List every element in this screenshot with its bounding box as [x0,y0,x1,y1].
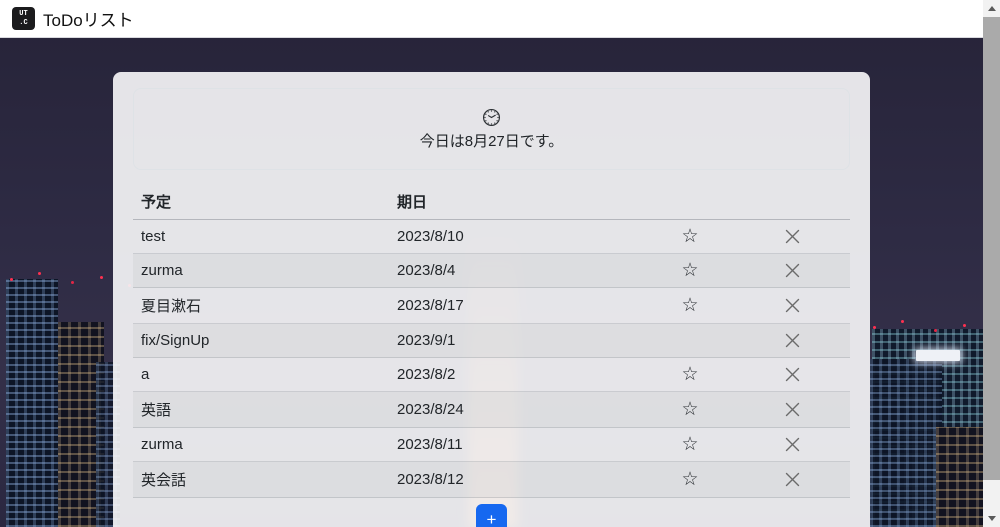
star-icon[interactable]: ☆ [681,227,698,246]
aviation-lights [10,278,13,281]
todo-card: 今日は8月27日です。 予定 期日 test2023/8/10☆zurma202… [113,72,870,527]
date-banner: 今日は8月27日です。 [133,88,850,170]
navbar: UT .C ToDoリスト [0,0,1000,38]
building [870,359,942,527]
delete-cell [735,358,850,391]
todo-table: 予定 期日 test2023/8/10☆zurma2023/8/4☆夏目漱石20… [133,184,850,527]
table-row: zurma2023/8/11 ☆ [133,428,850,462]
header-due: 期日 [389,184,645,219]
header-task: 予定 [133,184,389,219]
header-star-spacer [645,185,735,218]
task-title: fix/SignUp [133,324,389,357]
star-icon[interactable]: ☆ [681,296,698,315]
clock-icon [482,108,501,127]
star-icon[interactable]: ☆ [681,365,698,384]
task-due-date: 2023/8/11 [389,428,645,461]
scrollbar-up-arrow[interactable] [983,0,1000,17]
star-cell [645,324,735,357]
logo-line1: UT [19,10,27,18]
lit-billboard [916,350,960,361]
task-title: 夏目漱石 [133,288,389,323]
scrollbar-down-arrow[interactable] [983,510,1000,527]
star-cell: ☆ [645,428,735,461]
delete-x-icon[interactable] [784,366,801,383]
task-due-date: 2023/8/4 [389,254,645,287]
table-row: fix/SignUp2023/9/1 [133,324,850,358]
task-due-date: 2023/8/17 [389,289,645,322]
delete-cell [735,393,850,426]
table-row: 夏目漱石2023/8/17 ☆ [133,288,850,324]
logo-line2: .C [19,19,27,27]
delete-x-icon[interactable] [784,401,801,418]
table-body: test2023/8/10☆zurma2023/8/4☆夏目漱石2023/8/1… [133,220,850,498]
add-todo-button[interactable]: + [476,504,507,527]
task-due-date: 2023/8/12 [389,463,645,496]
app-title: ToDoリスト [43,6,134,31]
star-cell: ☆ [645,463,735,496]
table-row: zurma2023/8/4 ☆ [133,254,850,288]
task-title: 英会話 [133,462,389,497]
table-row: a2023/8/2 ☆ [133,358,850,392]
star-icon[interactable]: ☆ [681,470,698,489]
task-due-date: 2023/8/24 [389,393,645,426]
star-cell: ☆ [645,220,735,253]
delete-cell [735,289,850,322]
app-logo-icon: UT .C [12,7,35,30]
delete-x-icon[interactable] [784,262,801,279]
star-icon[interactable]: ☆ [681,435,698,454]
delete-cell [735,463,850,496]
delete-x-icon[interactable] [784,228,801,245]
task-due-date: 2023/8/2 [389,358,645,391]
table-row: test2023/8/10 ☆ [133,220,850,254]
star-cell: ☆ [645,254,735,287]
delete-cell [735,220,850,253]
add-row: + [133,498,850,527]
star-cell: ☆ [645,289,735,322]
today-date-text: 今日は8月27日です。 [420,130,564,151]
task-title: zurma [133,428,389,461]
scrollbar-thumb[interactable] [983,17,1000,480]
table-row: 英語2023/8/24 ☆ [133,392,850,428]
task-due-date: 2023/8/10 [389,220,645,253]
star-cell: ☆ [645,393,735,426]
delete-cell [735,324,850,357]
aviation-lights [873,326,876,329]
delete-cell [735,254,850,287]
task-due-date: 2023/9/1 [389,324,645,357]
building [6,279,58,527]
task-title: test [133,220,389,253]
star-cell: ☆ [645,358,735,391]
star-icon[interactable]: ☆ [681,400,698,419]
delete-cell [735,428,850,461]
task-title: zurma [133,254,389,287]
brand-link[interactable]: UT .C ToDoリスト [12,6,134,31]
scrollbar[interactable] [983,0,1000,527]
delete-x-icon[interactable] [784,297,801,314]
table-header-row: 予定 期日 [133,184,850,220]
task-title: 英語 [133,392,389,427]
delete-x-icon[interactable] [784,332,801,349]
star-icon[interactable]: ☆ [681,261,698,280]
header-delete-spacer [735,185,850,218]
delete-x-icon[interactable] [784,436,801,453]
task-title: a [133,358,389,391]
table-row: 英会話2023/8/12 ☆ [133,462,850,498]
delete-x-icon[interactable] [784,471,801,488]
